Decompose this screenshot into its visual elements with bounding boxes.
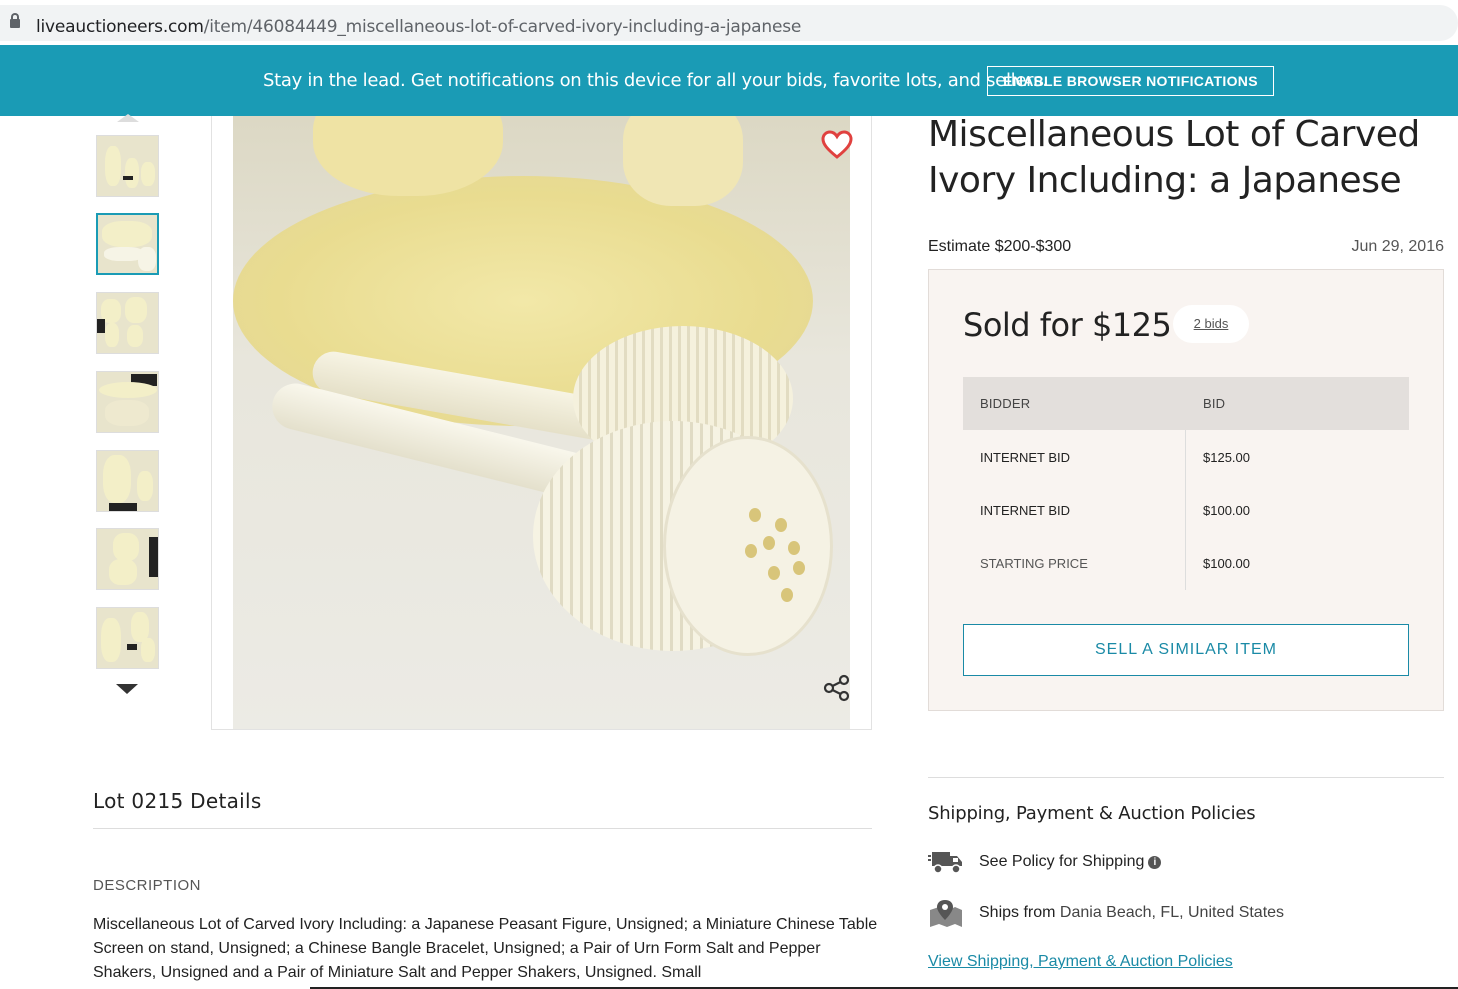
thumbnail[interactable] (96, 135, 159, 197)
lot-details-title: Lot 0215 Details (93, 789, 262, 813)
ships-from-location: Dania Beach, FL, United States (1059, 904, 1285, 921)
description-text: Miscellaneous Lot of Carved Ivory Includ… (93, 916, 878, 981)
bidder-cell: INTERNET BID (980, 450, 1071, 465)
thumbnail[interactable] (96, 528, 159, 590)
table-row: STARTING PRICE $100.00 (963, 536, 1409, 589)
thumbnail[interactable] (96, 371, 159, 433)
info-icon[interactable]: i (1148, 856, 1162, 869)
bidder-cell: STARTING PRICE (980, 556, 1088, 571)
column-header-bid: BID (1203, 396, 1226, 411)
share-icon[interactable] (823, 674, 851, 702)
thumbnail[interactable] (96, 292, 159, 354)
map-icon (930, 900, 962, 927)
thumbnail-active[interactable] (96, 213, 159, 275)
bids-count-link[interactable]: 2 bids (1173, 305, 1249, 343)
chevron-down-icon[interactable] (116, 684, 138, 694)
thumbnail[interactable] (96, 607, 159, 669)
heart-icon[interactable] (821, 130, 853, 160)
bid-cell: $100.00 (1203, 556, 1250, 571)
main-item-photo[interactable] (233, 116, 850, 729)
ships-from-label: Ships from (979, 904, 1056, 921)
bid-history-table: BIDDER BID INTERNET BID $125.00 INTERNET… (963, 377, 1409, 590)
divider (93, 828, 872, 829)
column-divider (1185, 430, 1186, 590)
view-policies-link[interactable]: View Shipping, Payment & Auction Policie… (928, 953, 1233, 971)
address-field[interactable]: liveauctioneers.com/item/46084449_miscel… (0, 5, 1458, 41)
table-header: BIDDER BID (963, 377, 1409, 430)
description-heading: DESCRIPTION (93, 877, 202, 894)
sold-panel: Sold for $125 2 bids BIDDER BID INTERNET… (928, 269, 1444, 711)
chevron-up-icon[interactable] (117, 114, 139, 122)
thumbnail[interactable] (96, 450, 159, 512)
sell-similar-item-button[interactable]: SELL A SIMILAR ITEM (963, 624, 1409, 676)
browser-url-bar: liveauctioneers.com/item/46084449_miscel… (0, 0, 1458, 45)
shipping-policy-label[interactable]: See Policy for Shipping (979, 853, 1144, 870)
enable-notifications-button[interactable]: ENABLE BROWSER NOTIFICATIONS (987, 66, 1274, 96)
banner-text: Stay in the lead. Get notifications on t… (263, 70, 1048, 91)
table-row: INTERNET BID $125.00 (963, 430, 1409, 483)
notification-banner: Stay in the lead. Get notifications on t… (0, 45, 1458, 116)
bidder-cell: INTERNET BID (980, 503, 1071, 518)
column-header-bidder: BIDDER (980, 396, 1031, 411)
divider (928, 777, 1444, 778)
url-text[interactable]: liveauctioneers.com/item/46084449_miscel… (36, 17, 801, 37)
auction-date: Jun 29, 2016 (1351, 238, 1444, 255)
ships-from-row: Ships from Dania Beach, FL, United State… (928, 898, 1444, 928)
shipping-heading: Shipping, Payment & Auction Policies (928, 803, 1256, 824)
lock-icon[interactable] (10, 13, 20, 28)
table-row: INTERNET BID $100.00 (963, 483, 1409, 536)
estimate-text: Estimate $200-$300 (928, 238, 1072, 255)
bid-cell: $125.00 (1203, 450, 1250, 465)
truck-icon (928, 852, 962, 874)
bid-cell: $100.00 (1203, 503, 1250, 518)
shipping-policy-row[interactable]: See Policy for Shipping i (928, 847, 1444, 877)
sold-price: Sold for $125 (963, 306, 1172, 344)
item-title: Miscellaneous Lot of Carved Ivory Includ… (928, 114, 1420, 201)
